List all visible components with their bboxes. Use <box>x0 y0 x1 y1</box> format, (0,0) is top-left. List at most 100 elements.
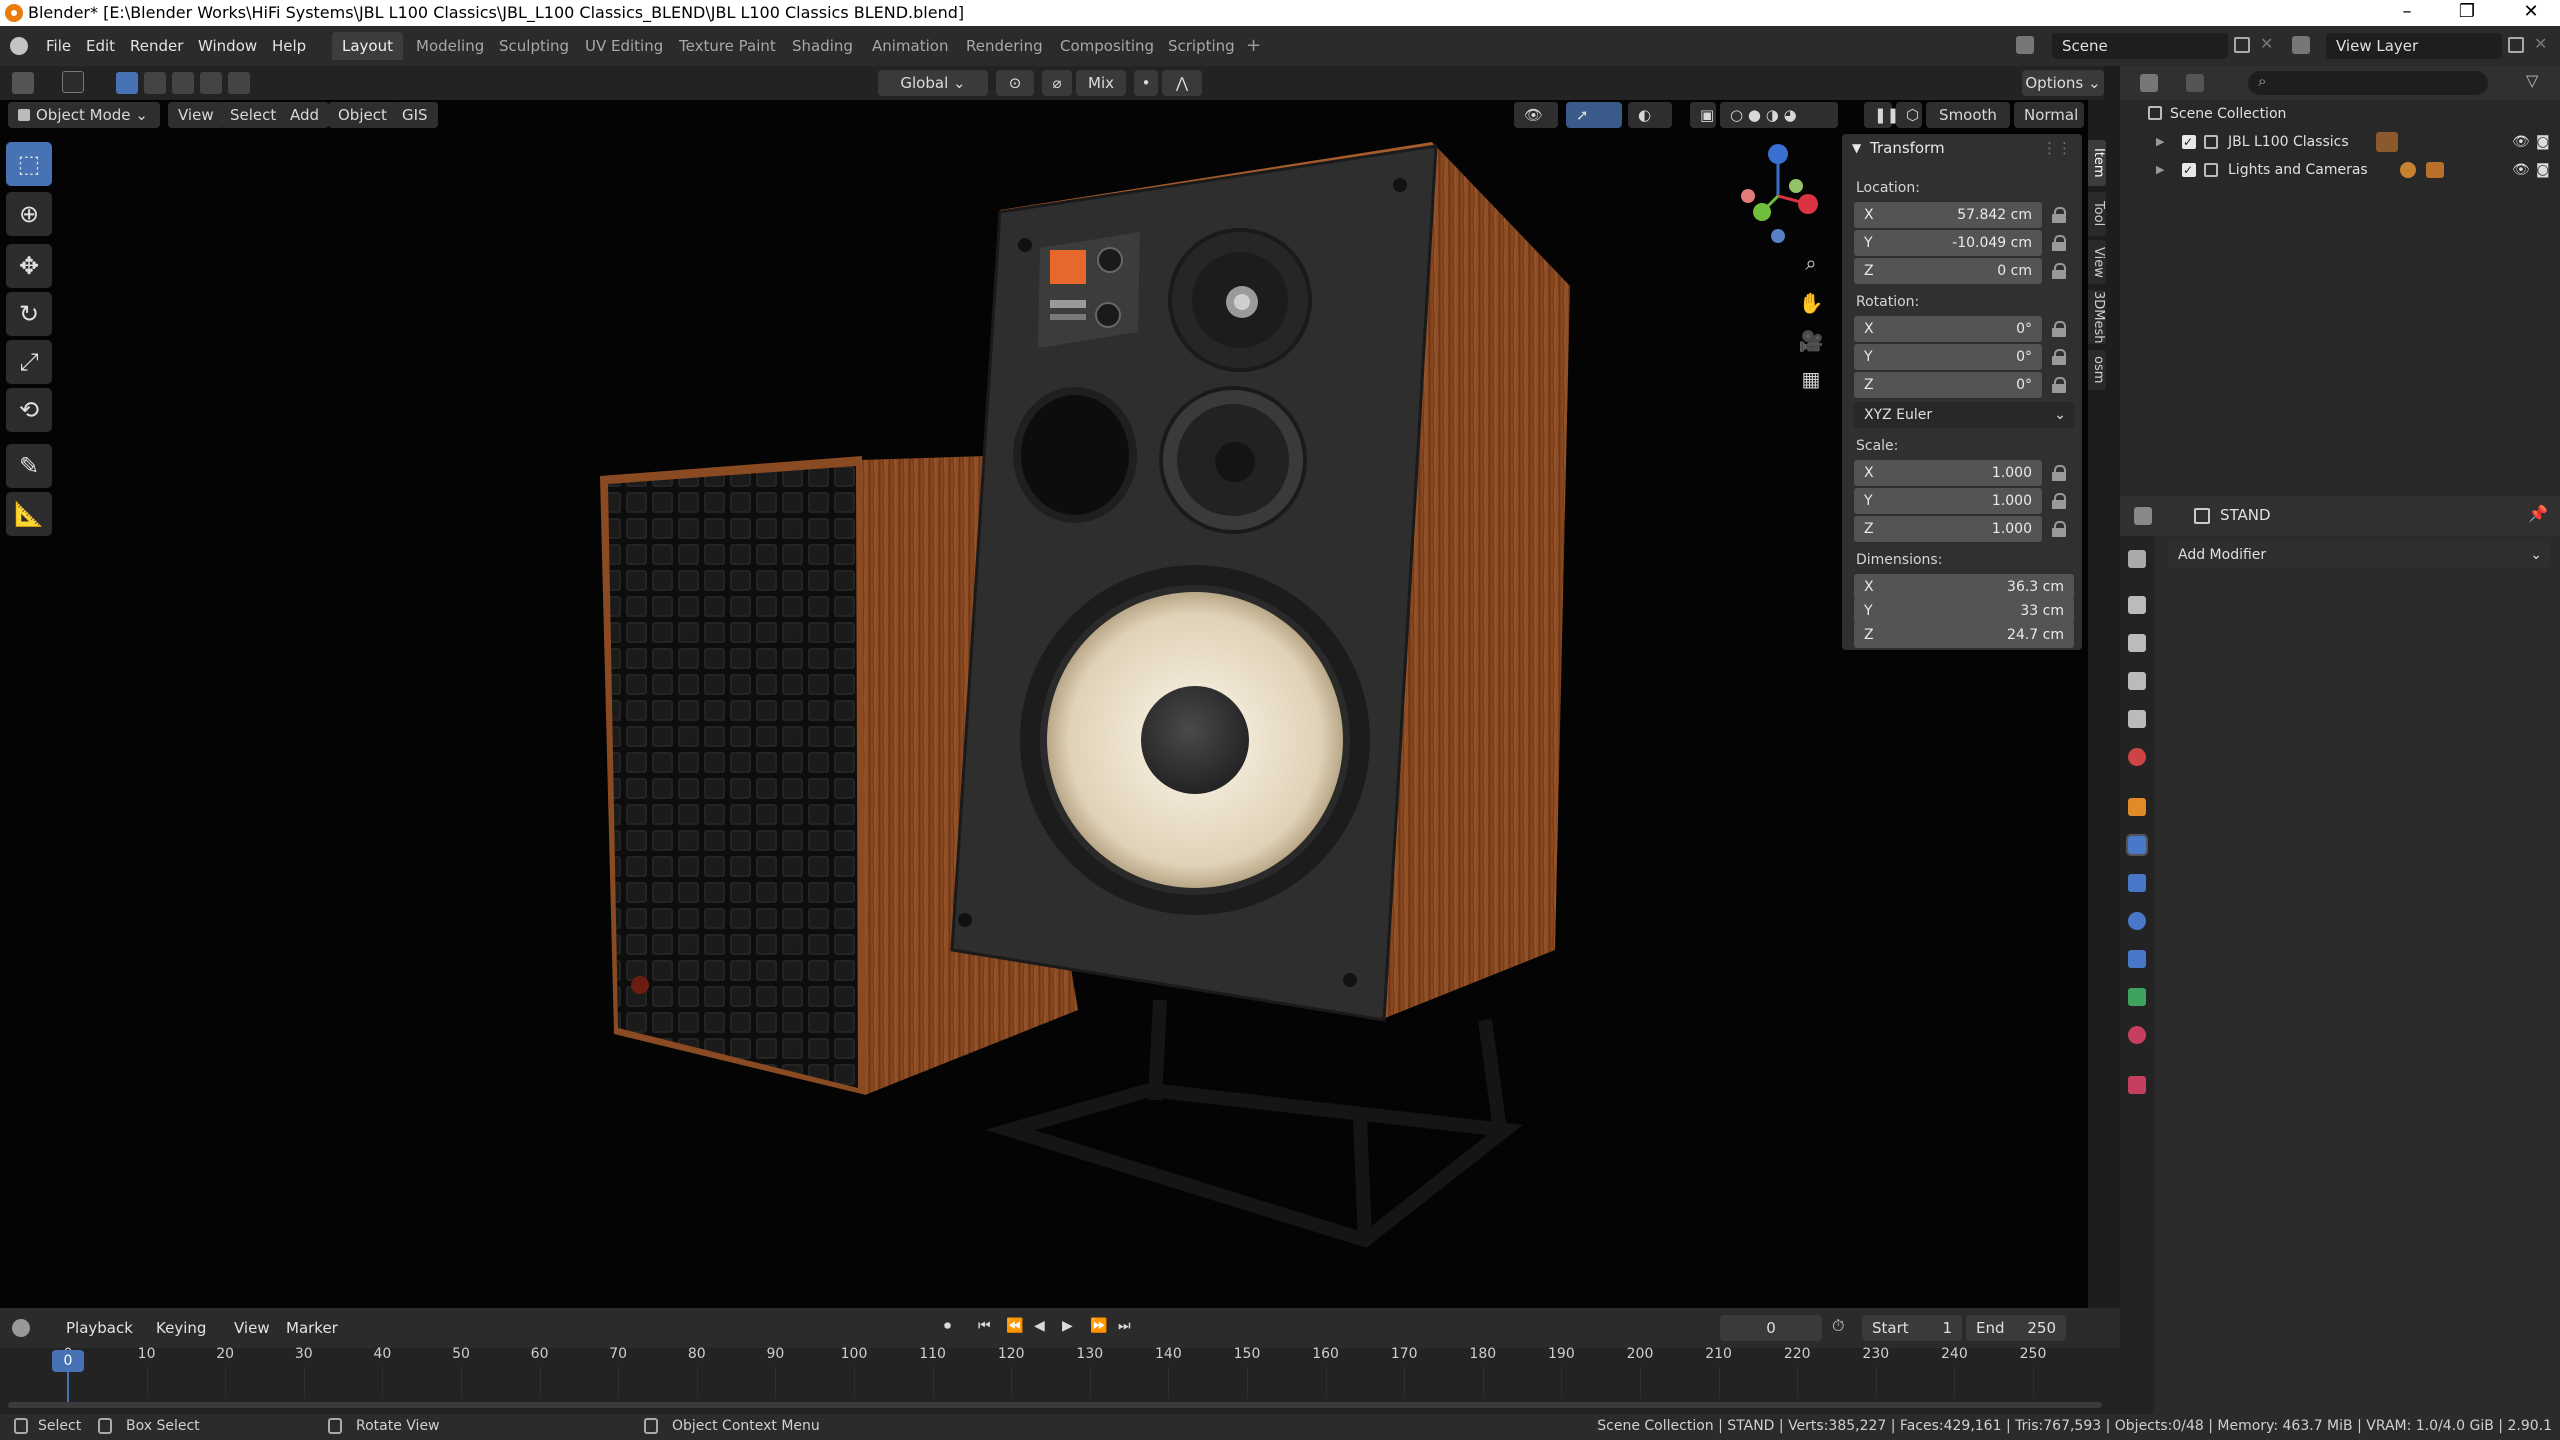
menu-marker[interactable]: Marker <box>280 1316 344 1340</box>
3d-viewport[interactable] <box>0 100 2088 1308</box>
modifier-tab-icon[interactable] <box>2126 834 2148 856</box>
physics-tab-icon[interactable] <box>2128 912 2146 930</box>
smooth-button[interactable]: Smooth <box>1926 102 2010 128</box>
location-x-field[interactable]: X 57.842 cm <box>1854 202 2042 228</box>
close-button[interactable]: ✕ <box>2508 0 2554 26</box>
location-z-field[interactable]: Z 0 cm <box>1854 258 2042 284</box>
snap-toggle-icon[interactable]: ⌀ <box>1042 70 1072 96</box>
object-tab-icon[interactable] <box>2128 798 2146 816</box>
delete-scene-icon[interactable]: ✕ <box>2260 34 2273 53</box>
play-icon[interactable]: ▶ <box>1062 1318 1073 1334</box>
overlay-toggle[interactable]: ◐ <box>1628 102 1672 128</box>
gizmo-toggle[interactable]: ➚ <box>1566 102 1622 128</box>
playhead-line[interactable] <box>67 1372 69 1402</box>
menu-gis[interactable]: GIS <box>392 102 438 128</box>
select-box-tool[interactable]: ⬚ <box>6 142 52 186</box>
tab-tool[interactable]: Tool <box>2088 192 2106 236</box>
delete-view-layer-icon[interactable]: ✕ <box>2534 34 2547 53</box>
next-keyframe-icon[interactable]: ⏩ <box>1090 1318 1107 1334</box>
jump-end-icon[interactable]: ⏭ <box>1118 1318 1131 1334</box>
menu-keying[interactable]: Keying <box>150 1316 212 1340</box>
tab-view[interactable]: View <box>2088 240 2106 284</box>
menu-edit[interactable]: Edit <box>80 34 121 58</box>
transform-tool[interactable]: ⟲ <box>6 388 52 432</box>
rotation-z-field[interactable]: Z 0° <box>1854 372 2042 398</box>
view-layer-tab-icon[interactable] <box>2128 672 2146 690</box>
perspective-grid-icon[interactable]: ▦ <box>1794 362 1828 396</box>
lock-icon[interactable] <box>2052 377 2066 393</box>
mode-new-icon[interactable] <box>116 72 138 94</box>
mode-subtract-icon[interactable] <box>172 72 194 94</box>
scene-icon[interactable] <box>2016 36 2034 54</box>
output-tab-icon[interactable] <box>2128 634 2146 652</box>
editor-type-icon[interactable] <box>2134 507 2152 525</box>
new-scene-icon[interactable] <box>2234 37 2250 53</box>
dimensions-x-field[interactable]: X 36.3 cm <box>1854 574 2074 600</box>
tab-osm[interactable]: osm <box>2088 350 2106 390</box>
menu-render[interactable]: Render <box>124 34 189 58</box>
outliner-row-jbl-l100-classics[interactable]: ▶ JBL L100 Classics 👁 ◙ <box>2120 128 2560 156</box>
lock-icon[interactable] <box>2052 349 2066 365</box>
end-frame-field[interactable]: End 250 <box>1966 1315 2066 1341</box>
minimize-button[interactable]: – <box>2384 0 2430 26</box>
render-tab-icon[interactable] <box>2128 596 2146 614</box>
menu-help[interactable]: Help <box>266 34 312 58</box>
options-dropdown[interactable]: Options ⌄ <box>2022 70 2104 96</box>
play-reverse-icon[interactable]: ◀ <box>1034 1318 1045 1334</box>
lock-icon[interactable] <box>2052 263 2066 279</box>
data-tab-icon[interactable] <box>2128 988 2146 1006</box>
dimensions-y-field[interactable]: Y 33 cm <box>1854 598 2074 624</box>
navigation-gizmo[interactable] <box>1741 144 1818 243</box>
lock-icon[interactable] <box>2052 207 2066 223</box>
object-mode-dropdown[interactable]: Object Mode ⌄ <box>8 102 160 128</box>
drag-handle-icon[interactable]: ⋮⋮ <box>2042 134 2072 162</box>
annotate-tool[interactable]: ✎ <box>6 444 52 488</box>
lock-icon[interactable] <box>2052 235 2066 251</box>
zoom-icon[interactable]: ⌕ <box>1794 246 1828 280</box>
camera-render-icon[interactable]: ◙ <box>2536 156 2550 184</box>
tool-tab-icon[interactable] <box>2128 550 2146 568</box>
stopwatch-icon[interactable]: ⏱ <box>1832 1316 1844 1336</box>
particles-tab-icon[interactable] <box>2128 874 2146 892</box>
tab-shading[interactable]: Shading <box>782 32 863 60</box>
view-layer-icon[interactable] <box>2292 36 2310 54</box>
lock-icon[interactable] <box>2052 321 2066 337</box>
mode-extend-icon[interactable] <box>144 72 166 94</box>
mode-difference-icon[interactable] <box>200 72 222 94</box>
xray-toggle[interactable]: ▣ <box>1690 102 1716 128</box>
tab-modeling[interactable]: Modeling <box>406 32 494 60</box>
snap-dropdown[interactable]: Mix <box>1076 70 1126 96</box>
material-tab-icon[interactable] <box>2128 1026 2146 1044</box>
outliner-search-input[interactable]: ⌕ <box>2248 71 2488 95</box>
orientation-dropdown[interactable]: Global ⌄ <box>878 70 988 96</box>
record-icon[interactable]: ⏺ <box>944 1318 951 1334</box>
scene-tab-icon[interactable] <box>2128 710 2146 728</box>
menu-object[interactable]: Object <box>328 102 397 128</box>
view-layer-selector[interactable]: View Layer <box>2326 33 2502 59</box>
tab-sculpting[interactable]: Sculpting <box>489 32 579 60</box>
menu-view[interactable]: View <box>168 102 224 128</box>
rotation-y-field[interactable]: Y 0° <box>1854 344 2042 370</box>
menu-view[interactable]: View <box>228 1316 276 1340</box>
active-tool-icon[interactable] <box>62 71 84 93</box>
playhead-frame-indicator[interactable]: 0 <box>52 1350 84 1372</box>
pivot-point-dropdown[interactable]: ⊙ <box>996 70 1034 96</box>
tab-compositing[interactable]: Compositing <box>1050 32 1164 60</box>
scale-z-field[interactable]: Z 1.000 <box>1854 516 2042 542</box>
editor-type-icon[interactable] <box>12 1319 30 1337</box>
lock-icon[interactable] <box>2052 521 2066 537</box>
prev-keyframe-icon[interactable]: ⏪ <box>1006 1318 1023 1334</box>
measure-tool[interactable]: 📐 <box>6 492 52 536</box>
tab-texture-paint[interactable]: Texture Paint <box>669 32 786 60</box>
outliner-row-lights-and-cameras[interactable]: ▶ Lights and Cameras 👁 ◙ <box>2120 156 2560 184</box>
menu-playback[interactable]: Playback <box>60 1316 139 1340</box>
scale-x-field[interactable]: X 1.000 <box>1854 460 2042 486</box>
scene-selector[interactable]: Scene <box>2052 33 2228 59</box>
tab-layout[interactable]: Layout <box>332 32 403 60</box>
pan-hand-icon[interactable]: ✋ <box>1794 286 1828 320</box>
menu-select[interactable]: Select <box>220 102 287 128</box>
new-view-layer-icon[interactable] <box>2508 37 2524 53</box>
proportional-edit-icon[interactable]: • <box>1134 70 1158 96</box>
rotation-x-field[interactable]: X 0° <box>1854 316 2042 342</box>
menu-window[interactable]: Window <box>192 34 263 58</box>
